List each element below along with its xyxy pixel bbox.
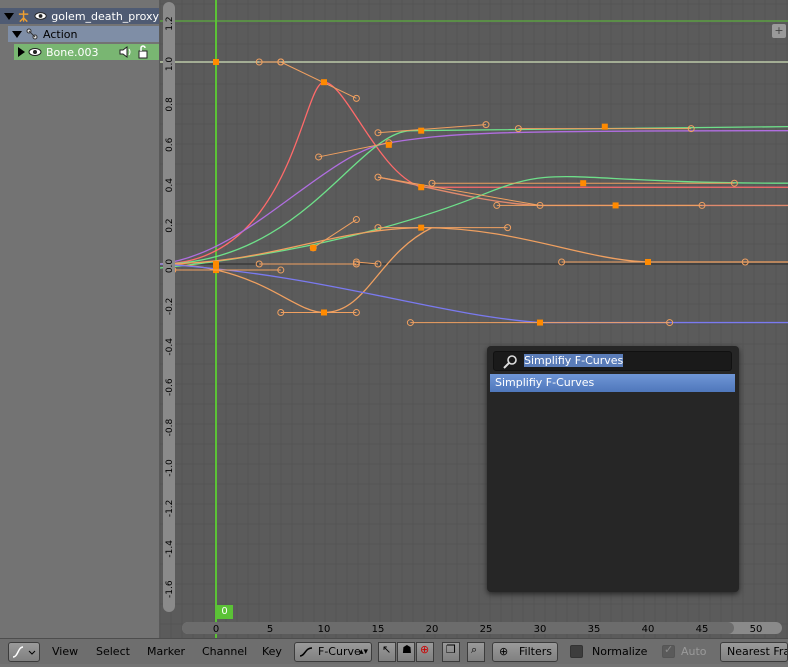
- current-frame-indicator[interactable]: 0: [216, 605, 233, 619]
- keyframe-point: [321, 79, 327, 86]
- keyframe-point: [213, 261, 219, 267]
- y-tick-label: 0.4: [165, 178, 175, 193]
- x-tick-label: 30: [534, 624, 547, 634]
- editor-type-button[interactable]: [8, 642, 40, 662]
- y-tick-label: 0.0: [165, 259, 175, 274]
- keyframe-point: [385, 141, 392, 148]
- channel-object-row[interactable]: golem_death_proxy: [0, 8, 159, 24]
- channel-action-row[interactable]: Action: [8, 26, 159, 42]
- keyframe-point: [418, 184, 425, 191]
- filter-icon: ⊕: [499, 645, 509, 658]
- y-tick-label: -0.8: [165, 419, 175, 437]
- graph-editor-icon: [12, 646, 36, 658]
- keyframe-point: [310, 244, 317, 251]
- editor-header: View Select Marker Channel Key F-Curve ▴…: [0, 638, 788, 664]
- keyframe-point: [321, 309, 327, 316]
- lock-icon[interactable]: [136, 45, 150, 59]
- auto-label: Auto: [681, 645, 707, 658]
- armature-icon: [18, 10, 29, 23]
- x-tick-label: 40: [642, 624, 655, 634]
- y-tick-label: -0.4: [165, 338, 175, 356]
- menu-select[interactable]: Select: [96, 642, 130, 662]
- y-tick-label: 1.0: [165, 57, 175, 72]
- x-tick-label: 0: [213, 624, 219, 634]
- y-tick-label: -1.2: [165, 500, 175, 518]
- x-tick-label: 15: [372, 624, 385, 634]
- fcurve-line-6: [160, 226, 788, 265]
- keyframe-point: [537, 319, 543, 326]
- normalize-label: Normalize: [592, 645, 648, 658]
- x-tick-label: 10: [318, 624, 331, 634]
- filters-button[interactable]: ⊕ Filters: [492, 642, 558, 662]
- fcurve-icon: [299, 647, 313, 657]
- cursor-icon[interactable]: ↖: [378, 642, 396, 662]
- x-tick-label: 45: [696, 624, 709, 634]
- search-icon: [503, 355, 517, 369]
- normalize-checkbox[interactable]: [570, 645, 583, 658]
- expand-triangle-icon[interactable]: [12, 30, 22, 38]
- x-tick-label: 25: [480, 624, 493, 634]
- action-icon: [26, 28, 38, 40]
- y-tick-label: 1.2: [165, 16, 175, 30]
- collapse-triangle-icon[interactable]: [18, 47, 25, 57]
- bone-name: Bone.003: [46, 45, 99, 59]
- menu-key[interactable]: Key: [262, 642, 282, 662]
- ghost-icon[interactable]: ☗: [397, 642, 415, 662]
- keyframe-point: [612, 202, 619, 209]
- vertical-scrollbar[interactable]: 1.2 1.0 0.8 0.6 0.4 0.2 0.0 -0.2 -0.4 -0.6 -0.8 -1.…: [163, 2, 175, 612]
- menu-view[interactable]: View: [52, 642, 78, 662]
- x-axis-tick-labels: 0 5 10 15 20 25 30 35 40 45 50: [213, 624, 763, 634]
- menu-channel[interactable]: Channel: [202, 642, 247, 662]
- y-tick-label: -0.2: [165, 298, 175, 316]
- menu-marker[interactable]: Marker: [147, 642, 185, 662]
- fcurve-line-1: [160, 81, 788, 265]
- channel-list: golem_death_proxy Action Bone.003: [0, 0, 160, 638]
- expand-region-plus-icon[interactable]: +: [772, 24, 786, 38]
- action-label: Action: [43, 27, 78, 41]
- auto-checkbox[interactable]: ✓: [662, 643, 675, 658]
- keyframe-point: [601, 123, 608, 130]
- search-query: Simplifiy F-Curves: [524, 354, 624, 367]
- x-tick-label: 50: [750, 624, 763, 634]
- snap-dropdown[interactable]: Nearest Frame: [720, 642, 788, 662]
- keyframe-point: [213, 59, 219, 65]
- search-input[interactable]: Simplifiy F-Curves: [493, 351, 732, 371]
- handle-line: [377, 124, 487, 134]
- copy-icon[interactable]: ❐: [442, 642, 460, 662]
- horizontal-scrollbar[interactable]: 0 5 10 15 20 25 30 35 40 45 50: [182, 622, 782, 634]
- fcurve-line-3: [160, 125, 788, 265]
- eye-icon[interactable]: [28, 45, 42, 59]
- keyframe-point: [418, 127, 425, 134]
- fcurve-line-5: [160, 175, 788, 269]
- filters-label: Filters: [519, 645, 552, 658]
- y-tick-label: 0.2: [165, 218, 175, 232]
- y-tick-label: -0.6: [165, 378, 175, 396]
- keyframe-point: [418, 224, 425, 231]
- y-tick-label: -1.6: [165, 580, 175, 598]
- y-tick-label: -1.4: [165, 540, 175, 558]
- y-tick-label: -1.0: [165, 459, 175, 477]
- operator-search-popup: Simplifiy F-Curves Simplifiy F-Curves: [487, 346, 739, 592]
- x-tick-label: 20: [426, 624, 439, 634]
- object-name: golem_death_proxy: [51, 9, 159, 23]
- x-tick-label: 35: [588, 624, 601, 634]
- speaker-icon[interactable]: [118, 45, 132, 59]
- expand-triangle-icon[interactable]: [4, 12, 14, 20]
- keyframe-point: [645, 258, 651, 265]
- x-tick-label: 5: [267, 624, 273, 634]
- y-axis-tick-labels: 1.2 1.0 0.8 0.6 0.4 0.2 0.0 -0.2 -0.4 -0.6 -0.8 -1.…: [165, 16, 175, 598]
- channel-bone-row[interactable]: Bone.003: [14, 44, 159, 60]
- y-tick-label: 0.6: [165, 137, 175, 152]
- zoom-icon[interactable]: ⌕: [467, 642, 485, 662]
- mode-dropdown[interactable]: F-Curve ▴▾: [294, 642, 372, 662]
- fcurve-line-8: [160, 263, 788, 324]
- keyframe-point: [580, 180, 587, 187]
- search-result-item[interactable]: Simplifiy F-Curves: [490, 374, 735, 392]
- mode-label: F-Curve: [318, 645, 361, 658]
- eye-icon[interactable]: [34, 9, 47, 23]
- y-tick-label: 0.8: [165, 97, 175, 112]
- snap-label: Nearest Frame: [727, 645, 787, 658]
- pivot-icon[interactable]: ⊕: [416, 642, 434, 662]
- updown-arrow-icon: ▴▾: [358, 647, 368, 657]
